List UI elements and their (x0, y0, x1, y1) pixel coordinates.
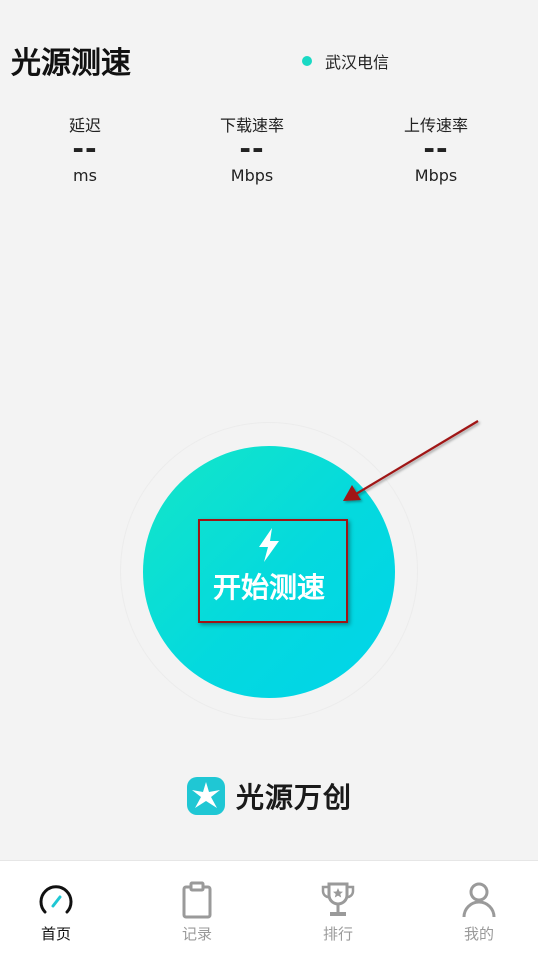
metric-value: -- (423, 132, 449, 165)
user-icon (462, 882, 496, 918)
trophy-icon (321, 882, 355, 916)
metrics-row: 延迟 -- ms 下载速率 -- Mbps 上传速率 -- Mbps (0, 115, 538, 195)
tab-label: 记录 (181, 925, 212, 943)
brand: 光源万创 (186, 776, 352, 816)
clipboard-icon (182, 881, 212, 919)
metric-unit: ms (73, 166, 97, 185)
tab-records[interactable]: 记录 (147, 861, 247, 954)
network-status-dot (302, 56, 312, 66)
tab-label: 排行 (322, 925, 353, 943)
speedometer-icon (39, 885, 73, 914)
metric-value: -- (239, 132, 265, 165)
brand-name: 光源万创 (236, 781, 353, 814)
metric-value: -- (72, 132, 98, 165)
tab-label: 首页 (40, 925, 71, 943)
metric-download: 下载速率 -- Mbps (192, 115, 312, 187)
tab-home[interactable]: 首页 (6, 861, 106, 954)
network-name: 武汉电信 (325, 53, 390, 72)
tab-ranking[interactable]: 排行 (288, 861, 388, 954)
metric-latency: 延迟 -- ms (25, 115, 145, 187)
highlight-box (198, 519, 348, 623)
tab-profile[interactable]: 我的 (429, 861, 529, 954)
metric-unit: Mbps (230, 166, 274, 185)
network-indicator: 武汉电信 (302, 49, 389, 73)
brand-logo-icon (187, 777, 225, 815)
metric-upload: 上传速率 -- Mbps (376, 115, 496, 187)
tab-label: 我的 (463, 925, 494, 943)
metric-unit: Mbps (414, 166, 458, 185)
app-title: 光源测速 (11, 46, 131, 81)
bottom-tab-bar: 首页 记录 排行 我的 (0, 860, 538, 954)
